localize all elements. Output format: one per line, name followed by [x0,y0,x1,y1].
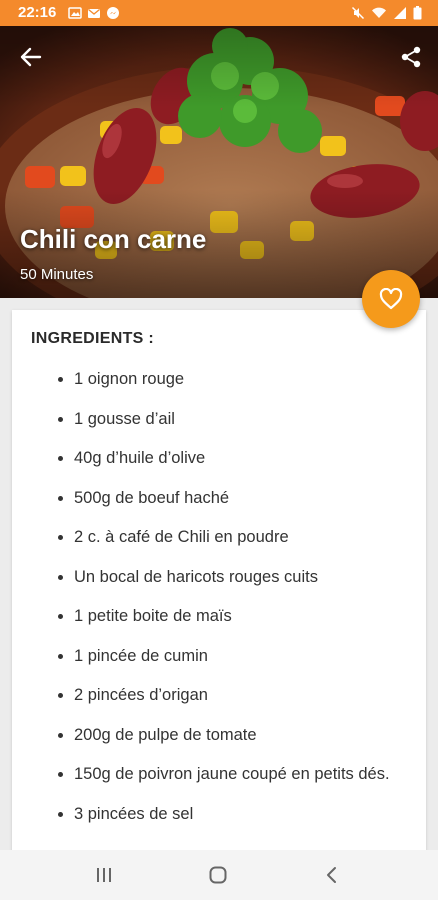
recents-button[interactable] [86,862,122,888]
ingredient-item: 150g de poivron jaune coupé en petits dé… [12,763,426,786]
status-time: 22:16 [18,4,57,21]
nav-back-button[interactable] [314,862,350,888]
ingredient-item: 1 petite boite de maïs [12,605,426,628]
ingredient-item: 1 pincée de cumin [12,645,426,668]
ingredient-item: Un bocal de haricots rouges cuits [12,566,426,589]
favorite-button[interactable] [362,270,420,328]
mute-icon [351,6,365,20]
ingredients-card: INGREDIENTS : 1 oignon rouge 1 gousse d’… [12,310,426,870]
ingredient-item: 2 c. à café de Chili en poudre [12,526,426,549]
wifi-icon [372,7,386,19]
ingredient-item: 3 pincées de sel [12,803,426,826]
system-icons [351,6,422,20]
heart-icon [379,288,403,310]
share-button[interactable] [396,42,426,72]
battery-icon [413,6,422,20]
arrow-back-icon [20,47,42,67]
recipe-hero-image: Chili con carne 50 Minutes [0,26,438,298]
ingredient-item: 2 pincées d’origan [12,684,426,707]
ingredient-item: 1 gousse d’ail [12,408,426,431]
nav-back-icon [327,867,336,883]
signal-icon [394,7,406,19]
back-button[interactable] [14,42,48,72]
recents-icon [97,868,111,882]
ingredient-list: 1 oignon rouge 1 gousse d’ail 40g d’huil… [12,368,426,842]
messenger-icon [107,7,119,19]
ingredient-item: 500g de boeuf haché [12,487,426,510]
system-nav-bar [0,850,438,900]
image-icon [68,7,82,19]
status-bar: 22:16 [0,0,438,26]
home-icon [209,866,227,884]
hero-gradient [0,26,438,298]
ingredients-heading: INGREDIENTS : [31,330,155,347]
ingredient-item: 40g d’huile d’olive [12,447,426,470]
ingredient-item: 1 oignon rouge [12,368,426,391]
recipe-duration: 50 Minutes [20,266,94,283]
mail-icon [88,8,100,18]
notification-icons [68,6,120,20]
recipe-screen: 22:16 Chili con carne 50 Minutes INGREDI… [0,0,438,900]
home-button[interactable] [200,862,236,888]
ingredient-item: 200g de pulpe de tomate [12,724,426,747]
recipe-title: Chili con carne [20,224,207,254]
share-icon [401,46,421,68]
